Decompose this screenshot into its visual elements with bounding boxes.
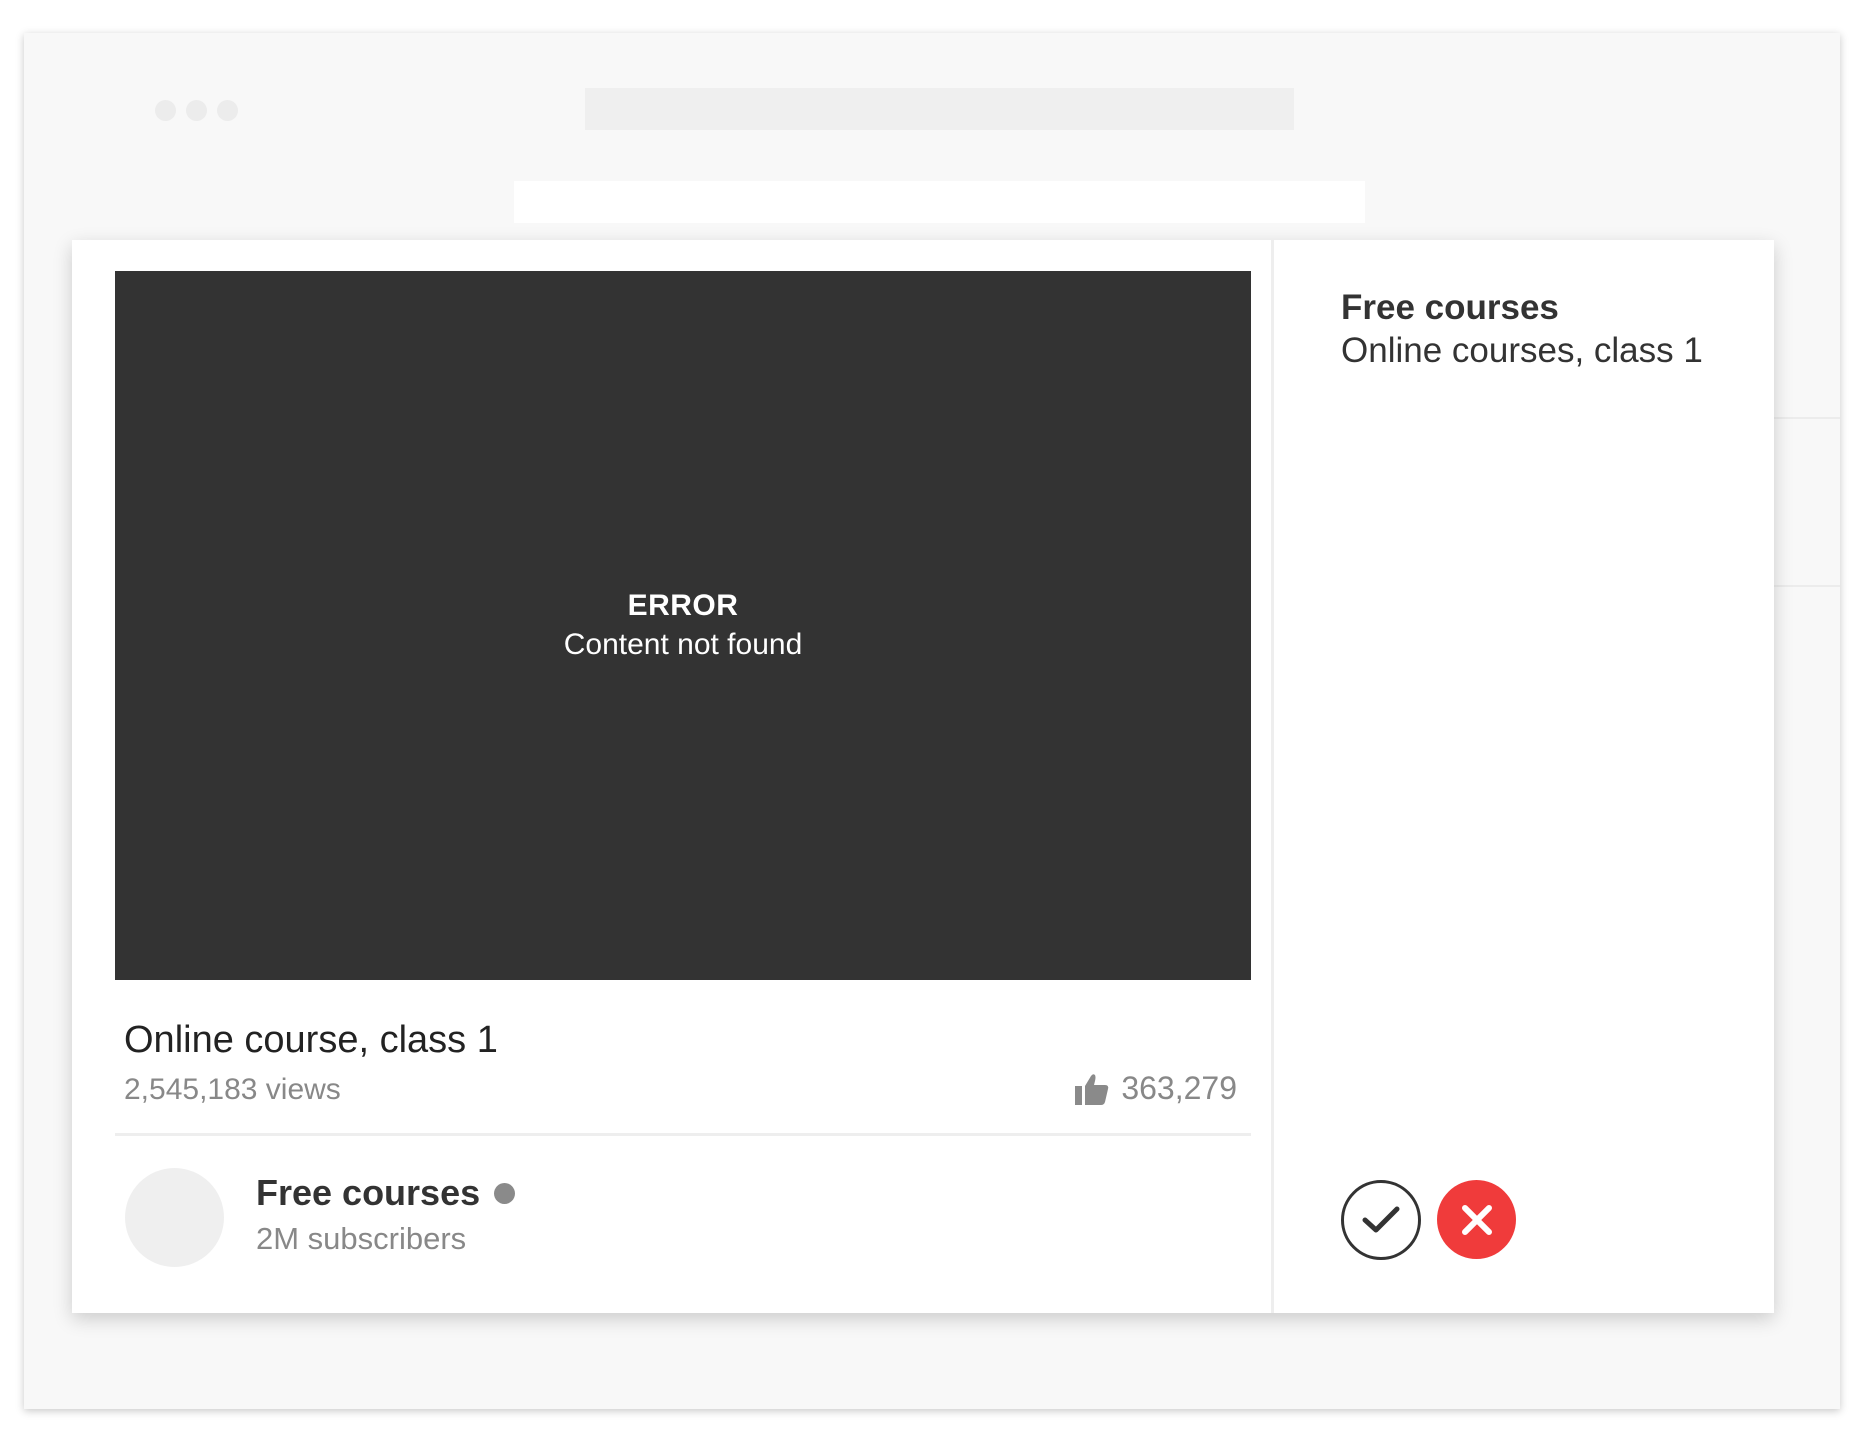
moderation-card: ERROR Content not found Online course, c…	[72, 240, 1774, 1313]
view-count: 2,545,183 views	[124, 1073, 341, 1106]
window-dot	[155, 100, 176, 121]
search-bar-placeholder	[514, 181, 1365, 223]
side-panel-subtitle: Online courses, class 1	[1341, 331, 1703, 370]
address-bar-placeholder	[585, 88, 1294, 130]
page: ERROR Content not found Online course, c…	[0, 0, 1864, 1441]
subscriber-count: 2M subscribers	[256, 1221, 467, 1256]
side-panel-title: Free courses	[1341, 288, 1559, 327]
divider	[115, 1133, 1251, 1136]
check-icon	[1362, 1206, 1400, 1233]
channel-name-label: Free courses	[256, 1172, 481, 1213]
video-title: Online course, class 1	[124, 1019, 498, 1061]
window-dot	[217, 100, 238, 121]
window-dot	[186, 100, 207, 121]
video-player[interactable]: ERROR Content not found	[115, 271, 1251, 980]
thumbs-up-icon	[1075, 1073, 1109, 1105]
window-controls	[155, 100, 238, 121]
video-error-title: ERROR	[627, 588, 739, 622]
approve-button[interactable]	[1341, 1180, 1421, 1260]
video-error-message: Content not found	[563, 627, 803, 661]
reject-button[interactable]	[1437, 1180, 1516, 1259]
like-count: 363,279	[1075, 1070, 1237, 1107]
status-dot	[494, 1182, 516, 1204]
channel-name[interactable]: Free courses	[256, 1172, 516, 1214]
avatar[interactable]	[125, 1168, 224, 1267]
close-icon	[1461, 1204, 1492, 1235]
video-pane: ERROR Content not found Online course, c…	[72, 240, 1274, 1313]
side-panel: Free courses Online courses, class 1	[1274, 240, 1774, 1313]
like-count-value: 363,279	[1121, 1070, 1237, 1106]
